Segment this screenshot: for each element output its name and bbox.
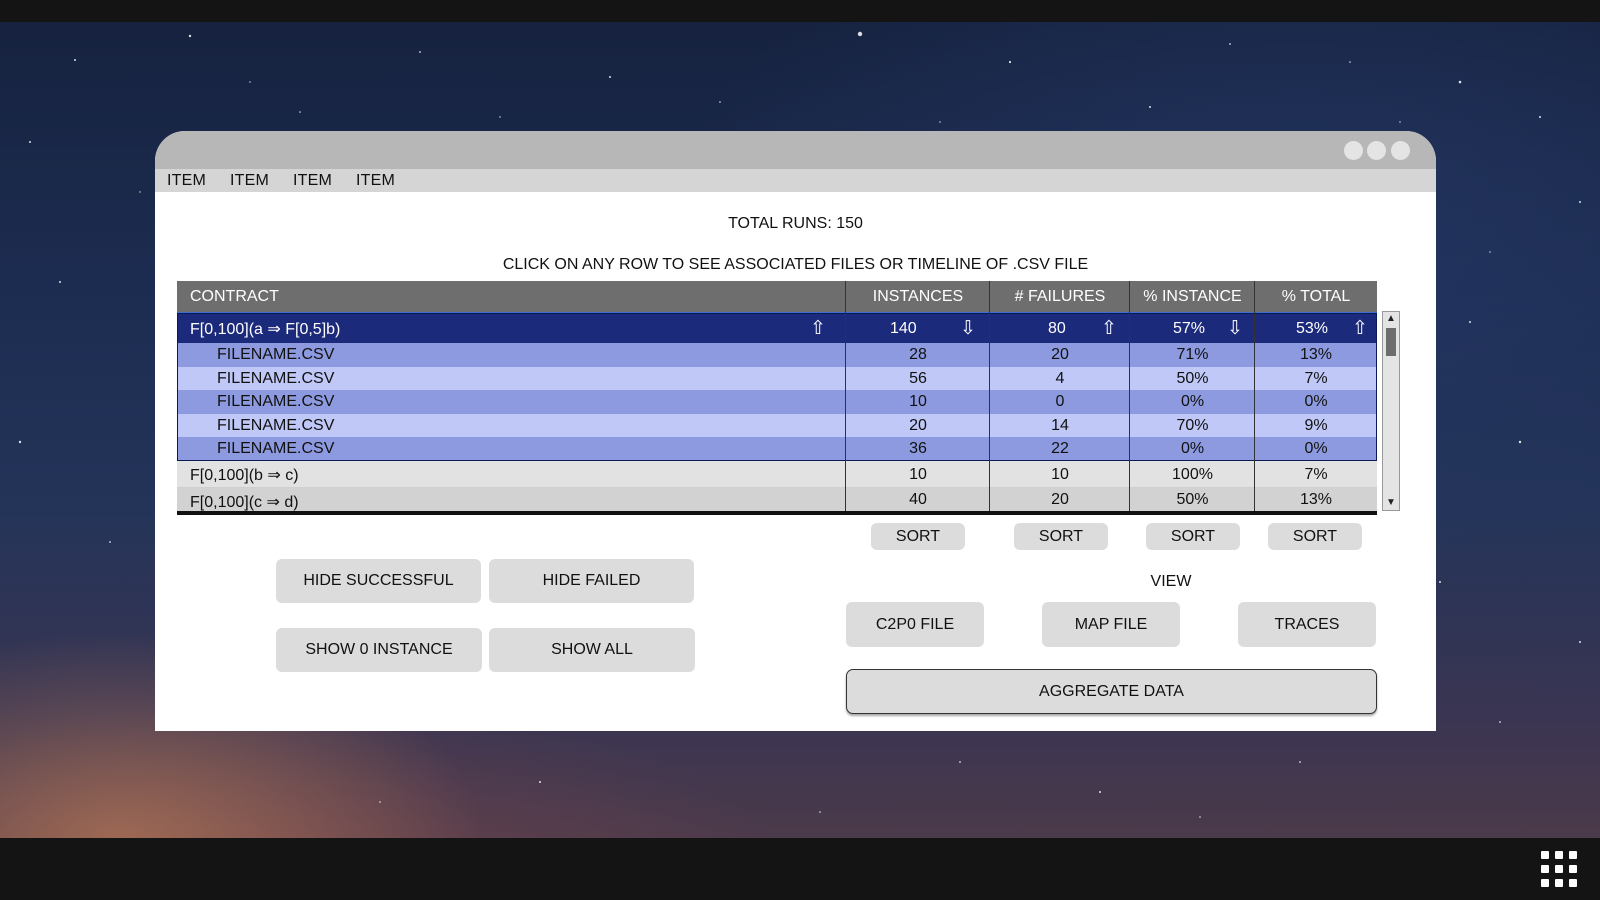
view-label: VIEW [1150, 573, 1192, 590]
c2po-file-button[interactable]: C2P0 FILE [846, 602, 984, 647]
pct-instance-value: 71% [1176, 346, 1209, 363]
window-dot-icon[interactable] [1344, 141, 1363, 160]
pct-total-value: 7% [1304, 369, 1328, 387]
header-contract[interactable]: CONTRACT [190, 281, 279, 312]
table-row[interactable]: FILENAME.CSV 36 22 0% 0% [177, 437, 1377, 460]
file-name: FILENAME.CSV [217, 416, 335, 434]
table-scrollbar[interactable]: ▲ ▼ [1382, 311, 1400, 511]
contract-name: F[0,100](a ⇒ F[0,5]b) [190, 320, 341, 338]
file-name: FILENAME.CSV [217, 439, 335, 457]
traces-button[interactable]: TRACES [1238, 602, 1376, 647]
file-name: FILENAME.CSV [217, 369, 335, 387]
pct-total-value: 13% [1299, 491, 1333, 508]
contract-name: F[0,100](c ⇒ d) [190, 494, 299, 511]
header-pct-instance[interactable]: % INSTANCE [1130, 281, 1255, 312]
menu-item[interactable]: ITEM [293, 172, 332, 190]
pct-total-value: 0% [1304, 439, 1328, 457]
failures-value: 10 [1051, 465, 1069, 483]
table-row[interactable]: FILENAME.CSV 20 14 70% 9% [177, 414, 1377, 437]
pct-instance-value: 50% [1176, 491, 1209, 508]
contract-name: F[0,100](b ⇒ c) [190, 466, 299, 484]
failures-value: 20 [1051, 346, 1069, 363]
scrollbar-thumb[interactable] [1386, 328, 1396, 356]
show-all-button[interactable]: SHOW ALL [489, 628, 695, 672]
pct-total-value: 0% [1304, 393, 1328, 410]
sort-instances-button[interactable]: SORT [871, 523, 965, 550]
instruction-text: CLICK ON ANY ROW TO SEE ASSOCIATED FILES… [502, 256, 1089, 273]
menu-bar: ITEM ITEM ITEM ITEM [155, 169, 1436, 192]
table-row[interactable]: F[0,100](c ⇒ d) 40 20 50% 13% [177, 488, 1377, 512]
sort-pct-instance-button[interactable]: SORT [1146, 523, 1240, 550]
pct-instance-value: 100% [1172, 465, 1213, 483]
aggregate-data-button[interactable]: AGGREGATE DATA [846, 669, 1377, 714]
hide-failed-button[interactable]: HIDE FAILED [489, 559, 694, 603]
total-runs-label: TOTAL RUNS: 150 [728, 215, 863, 232]
instances-value: 20 [909, 416, 927, 434]
menu-item[interactable]: ITEM [230, 172, 269, 190]
title-bar [155, 131, 1436, 169]
window-dot-icon[interactable] [1391, 141, 1410, 160]
pct-instance-value: 0% [1180, 439, 1205, 457]
instances-value: 10 [909, 465, 927, 483]
column-divider [989, 281, 990, 515]
sort-up-arrow-icon[interactable]: ⇧ [1352, 314, 1368, 343]
failures-value: 20 [1051, 491, 1069, 508]
column-divider [845, 281, 846, 515]
instances-value: 40 [909, 491, 927, 508]
table-row-expanded[interactable]: F[0,100](a ⇒ F[0,5]b) ⇧ 140 ⇩ 80 ⇧ 57% ⇩… [177, 314, 1377, 343]
header-pct-total[interactable]: % TOTAL [1255, 281, 1377, 312]
pct-instance-value: 70% [1176, 416, 1209, 434]
failures-value: 22 [1051, 439, 1069, 457]
column-divider [1129, 281, 1130, 515]
instances-value: 28 [909, 346, 927, 363]
file-name: FILENAME.CSV [217, 393, 335, 410]
table-row[interactable]: FILENAME.CSV 28 20 71% 13% [177, 343, 1377, 367]
table-row[interactable]: F[0,100](b ⇒ c) 10 10 100% 7% [177, 462, 1377, 488]
instances-value: 36 [909, 439, 927, 457]
scroll-down-icon[interactable]: ▼ [1383, 496, 1399, 510]
sort-down-arrow-icon[interactable]: ⇩ [960, 314, 976, 343]
file-name: FILENAME.CSV [217, 346, 335, 363]
map-file-button[interactable]: MAP FILE [1042, 602, 1180, 647]
table-header: CONTRACT INSTANCES # FAILURES % INSTANCE… [177, 281, 1377, 314]
show-zero-instance-button[interactable]: SHOW 0 INSTANCE [276, 628, 482, 672]
header-failures[interactable]: # FAILURES [990, 281, 1130, 312]
pct-total-value: 13% [1299, 346, 1333, 363]
table-row[interactable]: FILENAME.CSV 56 4 50% 7% [177, 367, 1377, 390]
pct-instance-value: 0% [1180, 393, 1205, 410]
failures-value: 14 [1051, 416, 1069, 434]
sort-up-arrow-icon[interactable]: ⇧ [810, 314, 826, 343]
sort-failures-button[interactable]: SORT [1014, 523, 1108, 550]
sort-up-arrow-icon[interactable]: ⇧ [1101, 314, 1117, 343]
scroll-up-icon[interactable]: ▲ [1383, 312, 1399, 326]
instances-value: 56 [909, 369, 927, 387]
header-instances[interactable]: INSTANCES [846, 281, 990, 312]
instances-value: 10 [909, 393, 927, 410]
hide-successful-button[interactable]: HIDE SUCCESSFUL [276, 559, 481, 603]
column-divider [1254, 281, 1255, 515]
sort-down-arrow-icon[interactable]: ⇩ [1227, 314, 1243, 343]
sort-pct-total-button[interactable]: SORT [1268, 523, 1362, 550]
table-row[interactable]: FILENAME.CSV 10 0 0% 0% [177, 390, 1377, 414]
pct-total-value: 7% [1304, 465, 1328, 483]
failures-value: 4 [1055, 369, 1065, 387]
window-dot-icon[interactable] [1367, 141, 1386, 160]
pct-total-value: 9% [1304, 416, 1328, 434]
menu-item[interactable]: ITEM [356, 172, 395, 190]
app-window: ITEM ITEM ITEM ITEM TOTAL RUNS: 150 CLIC… [155, 131, 1436, 731]
failures-value: 0 [1055, 393, 1065, 410]
pct-instance-value: 50% [1176, 369, 1209, 387]
results-table: CONTRACT INSTANCES # FAILURES % INSTANCE… [177, 281, 1377, 515]
table-bottom-border [177, 511, 1377, 515]
app-grid-icon[interactable] [1541, 851, 1577, 887]
menu-item[interactable]: ITEM [167, 172, 206, 190]
